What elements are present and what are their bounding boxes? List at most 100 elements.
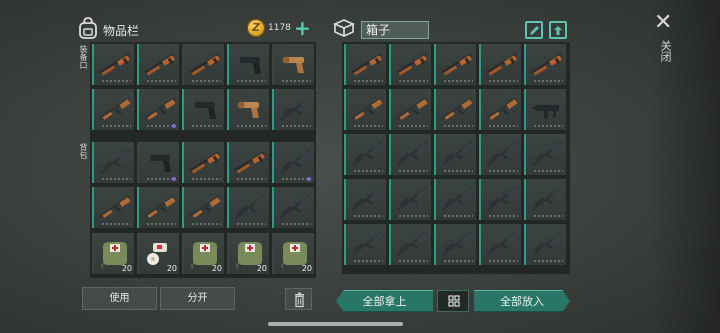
inventory-slot[interactable] — [92, 187, 134, 228]
box-slot[interactable] — [479, 179, 521, 220]
shotgun-icon — [351, 53, 382, 76]
box-slot[interactable] — [524, 44, 566, 85]
ak-rifle-icon — [440, 97, 473, 120]
inventory-slot[interactable] — [92, 44, 134, 85]
box-slot[interactable] — [344, 89, 386, 130]
coin-count: 1178 — [268, 23, 291, 33]
box-slot[interactable] — [344, 44, 386, 85]
inventory-slot[interactable] — [227, 142, 269, 183]
rifle-icon — [486, 186, 518, 211]
box-slot[interactable] — [524, 224, 566, 265]
inventory-slot[interactable]: 20 — [92, 233, 134, 274]
put-all-button[interactable]: 全部放入 — [474, 290, 570, 312]
rifle-icon — [486, 231, 518, 256]
sort-button[interactable] — [437, 290, 469, 312]
durability-dots — [236, 178, 266, 180]
durability-dots — [101, 80, 131, 82]
inventory-slot[interactable]: 20 — [182, 233, 224, 274]
scrollbar[interactable] — [268, 322, 403, 326]
close-button[interactable]: ✕ — [654, 12, 672, 34]
rifle-icon — [531, 231, 563, 256]
inventory-slot[interactable] — [182, 142, 224, 183]
box-slot[interactable] — [434, 179, 476, 220]
rifle-icon — [351, 186, 383, 211]
rarity-dot — [307, 177, 311, 181]
durability-dots — [488, 170, 518, 172]
inventory-slot[interactable] — [137, 142, 179, 183]
ak-rifle-icon — [143, 195, 176, 218]
box-slot[interactable] — [389, 224, 431, 265]
rifle-icon — [396, 141, 428, 166]
durability-dots — [236, 125, 266, 127]
use-button[interactable]: 使用 — [82, 287, 157, 310]
inventory-slot[interactable] — [227, 187, 269, 228]
shotgun-icon — [441, 53, 472, 76]
inventory-slot[interactable] — [182, 187, 224, 228]
inventory-slot[interactable]: 20 — [137, 233, 179, 274]
box-slot[interactable] — [344, 224, 386, 265]
rifle-icon — [531, 186, 563, 211]
upload-button[interactable] — [549, 21, 567, 39]
durability-dots — [488, 80, 518, 82]
box-slot[interactable] — [524, 134, 566, 175]
durability-dots — [398, 125, 428, 127]
durability-dots — [533, 260, 563, 262]
rifle-icon — [396, 186, 428, 211]
box-slot[interactable] — [479, 44, 521, 85]
trash-button[interactable] — [285, 288, 312, 310]
box-slot[interactable] — [479, 224, 521, 265]
inventory-slot[interactable] — [272, 187, 314, 228]
coin-icon: Z — [247, 19, 265, 37]
rifle-icon — [441, 231, 473, 256]
box-slot[interactable] — [524, 89, 566, 130]
rifle-icon — [531, 141, 563, 166]
inventory-slot[interactable] — [227, 89, 269, 130]
durability-dots — [236, 80, 266, 82]
box-slot[interactable] — [434, 134, 476, 175]
inventory-slot[interactable] — [272, 89, 314, 130]
add-coins-button[interactable]: + — [294, 16, 311, 40]
box-slot[interactable] — [434, 44, 476, 85]
inventory-slot[interactable] — [182, 44, 224, 85]
ak-rifle-icon — [188, 195, 221, 218]
durability-dots — [101, 125, 131, 127]
box-slot[interactable] — [389, 44, 431, 85]
inventory-slot[interactable] — [137, 44, 179, 85]
box-slot[interactable] — [389, 89, 431, 130]
durability-dots — [443, 125, 473, 127]
box-slot[interactable] — [479, 134, 521, 175]
inventory-slot[interactable] — [182, 89, 224, 130]
durability-dots — [353, 125, 383, 127]
ak-rifle-icon — [395, 97, 428, 120]
inventory-slot[interactable] — [137, 187, 179, 228]
box-slot[interactable] — [344, 179, 386, 220]
box-slot[interactable] — [389, 179, 431, 220]
inventory-slot[interactable] — [272, 44, 314, 85]
durability-dots — [488, 125, 518, 127]
edit-button[interactable] — [525, 21, 543, 39]
durability-dots — [281, 80, 311, 82]
split-button[interactable]: 分开 — [160, 287, 235, 310]
box-slot[interactable] — [434, 224, 476, 265]
inventory-slot[interactable] — [272, 142, 314, 183]
durability-dots — [533, 125, 563, 127]
durability-dots — [353, 170, 383, 172]
durability-dots — [146, 223, 176, 225]
rifle-icon — [396, 231, 428, 256]
section-equipped-label: 装备口 — [79, 45, 88, 69]
box-slot[interactable] — [524, 179, 566, 220]
inventory-slot[interactable] — [227, 44, 269, 85]
inventory-slot[interactable]: 20 — [272, 233, 314, 274]
shotgun-icon — [189, 53, 220, 76]
take-all-button[interactable]: 全部拿上 — [336, 290, 433, 312]
box-slot[interactable] — [434, 89, 476, 130]
inventory-slot[interactable]: 20 — [227, 233, 269, 274]
shotgun-icon — [531, 53, 562, 76]
inventory-slot[interactable] — [92, 89, 134, 130]
box-slot[interactable] — [389, 134, 431, 175]
rifle-icon — [441, 186, 473, 211]
box-slot[interactable] — [479, 89, 521, 130]
inventory-slot[interactable] — [137, 89, 179, 130]
box-slot[interactable] — [344, 134, 386, 175]
inventory-slot[interactable] — [92, 142, 134, 183]
